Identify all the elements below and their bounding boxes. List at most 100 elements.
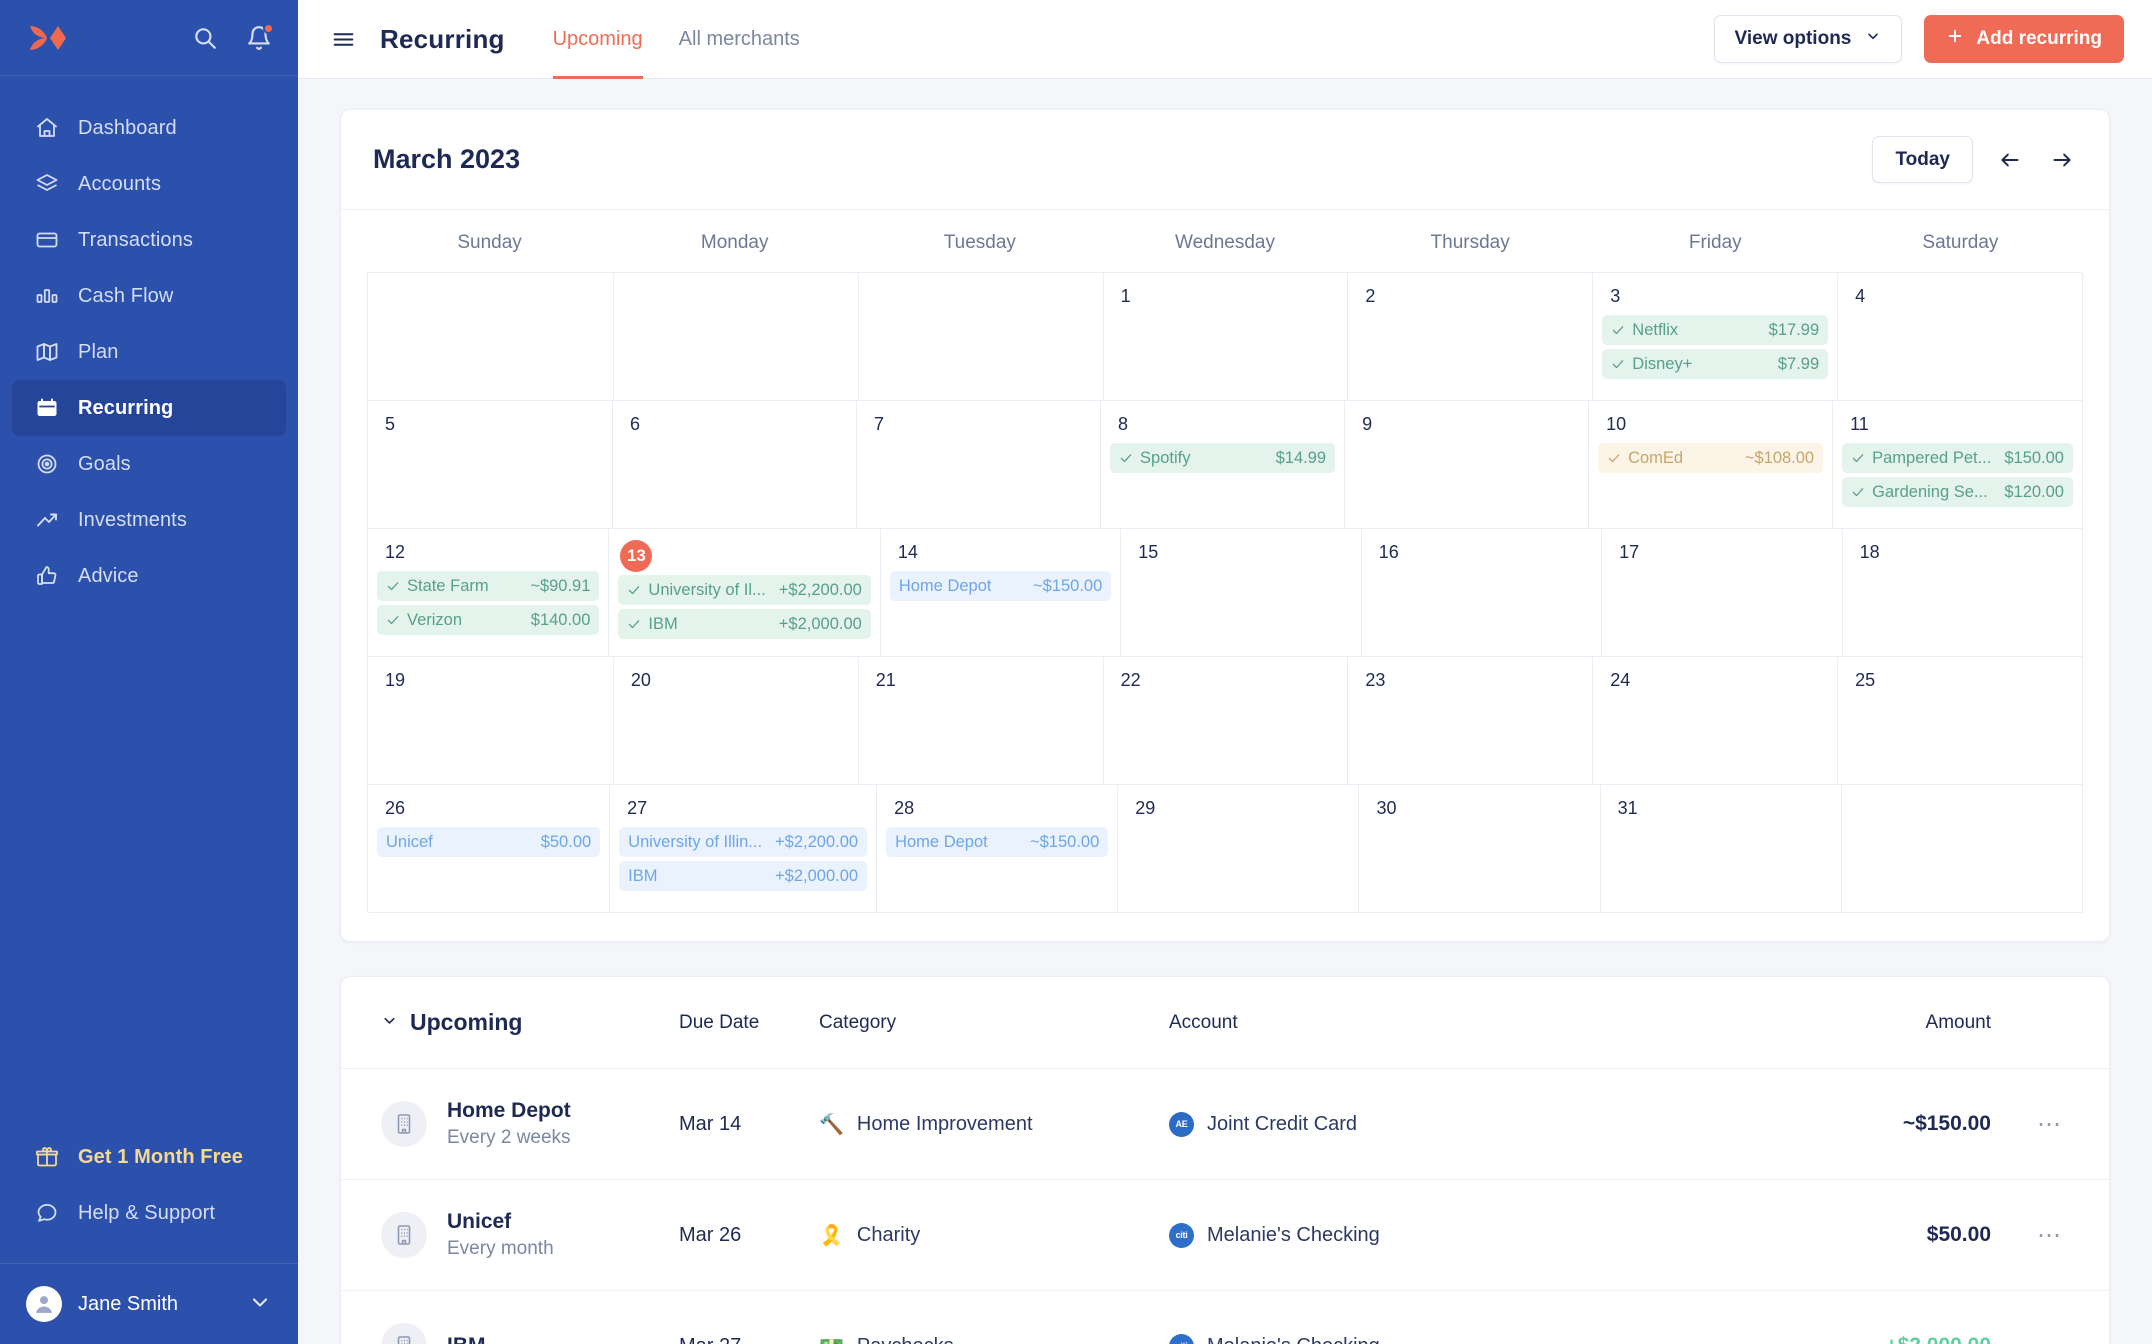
amount-cell: $50.00 [1926, 1223, 1991, 1246]
calendar-day-cell[interactable] [857, 273, 1103, 400]
calendar-day-cell[interactable]: 1 [1102, 273, 1348, 400]
topbar: Recurring Upcoming All merchants View op… [298, 0, 2152, 79]
calendar-day-cell[interactable]: 11 Pampered Pet... $150.00 Gardening Se... $… [1832, 401, 2082, 528]
calendar-day-cell[interactable]: 23 [1347, 657, 1592, 784]
today-button[interactable]: Today [1872, 136, 1973, 183]
sidebar-item-advice[interactable]: Advice [12, 548, 286, 604]
calendar-event-name: University of Illin... [628, 832, 763, 851]
sidebar-item-label: Plan [78, 340, 119, 363]
monarch-logo[interactable] [28, 23, 68, 53]
calendar-day-cell[interactable]: 3 Netflix $17.99 Disney+ $7.99 [1592, 273, 1837, 400]
sidebar-bottom: Get 1 Month Free Help & Support Jane Smi… [0, 1129, 298, 1344]
calendar-event[interactable]: State Farm ~$90.91 [377, 571, 600, 601]
upcoming-collapse-toggle[interactable]: Upcoming [381, 1009, 679, 1036]
calendar-day-cell[interactable]: 5 [368, 401, 612, 528]
prev-month-arrow-icon[interactable] [1995, 145, 2025, 175]
calendar-event[interactable]: Home Depot ~$150.00 [889, 571, 1112, 601]
calendar-event[interactable]: Spotify $14.99 [1110, 443, 1336, 473]
chevron-down-icon[interactable] [248, 1290, 272, 1319]
table-row[interactable]: IBM Mar 27💵 Paychecks citi Melanie's Checkin… [341, 1291, 2109, 1344]
sidebar-user-menu[interactable]: Jane Smith [0, 1263, 298, 1344]
calendar-day-cell[interactable]: 19 [368, 657, 613, 784]
calendar-day-number: 8 [1118, 413, 1129, 434]
calendar-day-cell[interactable]: 31 [1599, 785, 1841, 912]
calendar-event[interactable]: University of Illin... +$2,200.00 [619, 827, 868, 857]
calendar-event[interactable]: Pampered Pet... $150.00 [1842, 443, 2073, 473]
row-menu-button[interactable]: ⋯ [1991, 1332, 2063, 1344]
calendar-day-cell[interactable]: 10 ComEd ~$108.00 [1588, 401, 1832, 528]
calendar-day-cell[interactable]: 6 [612, 401, 856, 528]
content-scroll-area[interactable]: March 2023 Today Sunday Monday Tuesday W… [298, 79, 2152, 1344]
calendar-day-cell[interactable]: 14 Home Depot ~$150.00 [879, 529, 1120, 656]
day-header: Tuesday [943, 232, 1016, 253]
calendar-day-number: 27 [627, 797, 648, 818]
tab-all-merchants[interactable]: All merchants [679, 0, 800, 79]
calendar-day-cell[interactable]: 21 [857, 657, 1103, 784]
calendar-day-cell[interactable]: 13 University of Il... +$2,200.00 IBM +$2,00… [608, 529, 879, 656]
calendar-day-cell[interactable] [1840, 785, 2082, 912]
calendar-day-cell[interactable]: 24 [1592, 657, 1837, 784]
sidebar-item-help-support[interactable]: Help & Support [12, 1185, 286, 1241]
row-menu-button[interactable]: ⋯ [1991, 1110, 2063, 1139]
calendar-day-cell[interactable]: 4 [1837, 273, 2082, 400]
calendar-event[interactable]: Home Depot ~$150.00 [886, 827, 1109, 857]
calendar-day-cell[interactable]: 8 Spotify $14.99 [1100, 401, 1344, 528]
calendar-day-cell[interactable]: 29 [1117, 785, 1358, 912]
calendar-day-cell[interactable]: 30 [1358, 785, 1599, 912]
sidebar-item-dashboard[interactable]: Dashboard [12, 100, 286, 156]
calendar-day-cell[interactable] [612, 273, 858, 400]
calendar-event[interactable]: IBM +$2,000.00 [618, 609, 871, 639]
calendar-day-cell[interactable]: 7 [856, 401, 1100, 528]
calendar-day-cell[interactable]: 22 [1102, 657, 1348, 784]
calendar-day-cell[interactable] [368, 273, 613, 400]
calendar-day-cell[interactable]: 25 [1837, 657, 2082, 784]
calendar-event[interactable]: Netflix $17.99 [1602, 315, 1829, 345]
calendar-event[interactable]: Gardening Se... $120.00 [1842, 477, 2073, 507]
sidebar-nav: Dashboard Accounts Transactions Cash Flo… [0, 76, 298, 604]
calendar-day-cell[interactable]: 27 University of Illin... +$2,200.00 IBM +$2… [609, 785, 876, 912]
calendar-day-cell[interactable]: 12 State Farm ~$90.91 Verizon $140.00 [368, 529, 608, 656]
search-icon[interactable] [192, 25, 218, 51]
calendar-day-cell[interactable]: 26 Unicef $50.00 [368, 785, 609, 912]
tab-upcoming[interactable]: Upcoming [552, 0, 643, 79]
calendar-event[interactable]: ComEd ~$108.00 [1598, 443, 1824, 473]
sidebar-item-cash-flow[interactable]: Cash Flow [12, 268, 286, 324]
calendar-day-cell[interactable]: 20 [612, 657, 858, 784]
calendar-event[interactable]: University of Il... +$2,200.00 [618, 575, 871, 605]
sidebar-item-recurring[interactable]: Recurring [12, 380, 286, 436]
calendar-event-name: Home Depot [895, 832, 988, 851]
next-month-arrow-icon[interactable] [2047, 145, 2077, 175]
day-header: Sunday [457, 232, 522, 253]
sidebar-item-accounts[interactable]: Accounts [12, 156, 286, 212]
calendar-day-cell[interactable]: 18 [1841, 529, 2082, 656]
calendar-event[interactable]: Verizon $140.00 [377, 605, 600, 635]
calendar-day-cell[interactable]: 16 [1360, 529, 1601, 656]
table-row[interactable]: Unicef Every month Mar 26 🎗️ Charity citi Mela… [341, 1180, 2109, 1291]
notifications-bell-icon[interactable] [246, 22, 274, 51]
row-menu-button[interactable]: ⋯ [1991, 1221, 2063, 1250]
sidebar-item-get-one-month-free[interactable]: Get 1 Month Free [12, 1129, 286, 1185]
calendar-event[interactable]: IBM +$2,000.00 [619, 861, 868, 891]
calendar-day-cell[interactable]: 15 [1120, 529, 1360, 656]
sidebar-item-transactions[interactable]: Transactions [12, 212, 286, 268]
sidebar-item-goals[interactable]: Goals [12, 436, 286, 492]
calendar-day-cell[interactable]: 28 Home Depot ~$150.00 [876, 785, 1117, 912]
building-icon [381, 1323, 427, 1344]
calendar-day-cell[interactable]: 17 [1601, 529, 1841, 656]
view-options-button[interactable]: View options [1713, 15, 1903, 63]
account-label: Joint Credit Card [1207, 1112, 1358, 1135]
calendar-day-cell[interactable]: 9 [1344, 401, 1588, 528]
calendar-event-amount: ~$90.91 [530, 576, 591, 595]
calendar-event-amount: $50.00 [540, 832, 592, 851]
sidebar-item-label: Accounts [78, 172, 162, 195]
avatar [26, 1286, 62, 1322]
sidebar-item-plan[interactable]: Plan [12, 324, 286, 380]
table-row[interactable]: Home Depot Every 2 weeks Mar 14 🔨 Home Impro… [341, 1069, 2109, 1180]
hamburger-icon[interactable] [330, 26, 356, 52]
add-recurring-button[interactable]: Add recurring [1924, 15, 2124, 63]
layers-icon [34, 171, 60, 197]
sidebar-item-investments[interactable]: Investments [12, 492, 286, 548]
calendar-day-cell[interactable]: 2 [1347, 273, 1592, 400]
calendar-event[interactable]: Unicef $50.00 [377, 827, 601, 857]
calendar-event[interactable]: Disney+ $7.99 [1602, 349, 1829, 379]
